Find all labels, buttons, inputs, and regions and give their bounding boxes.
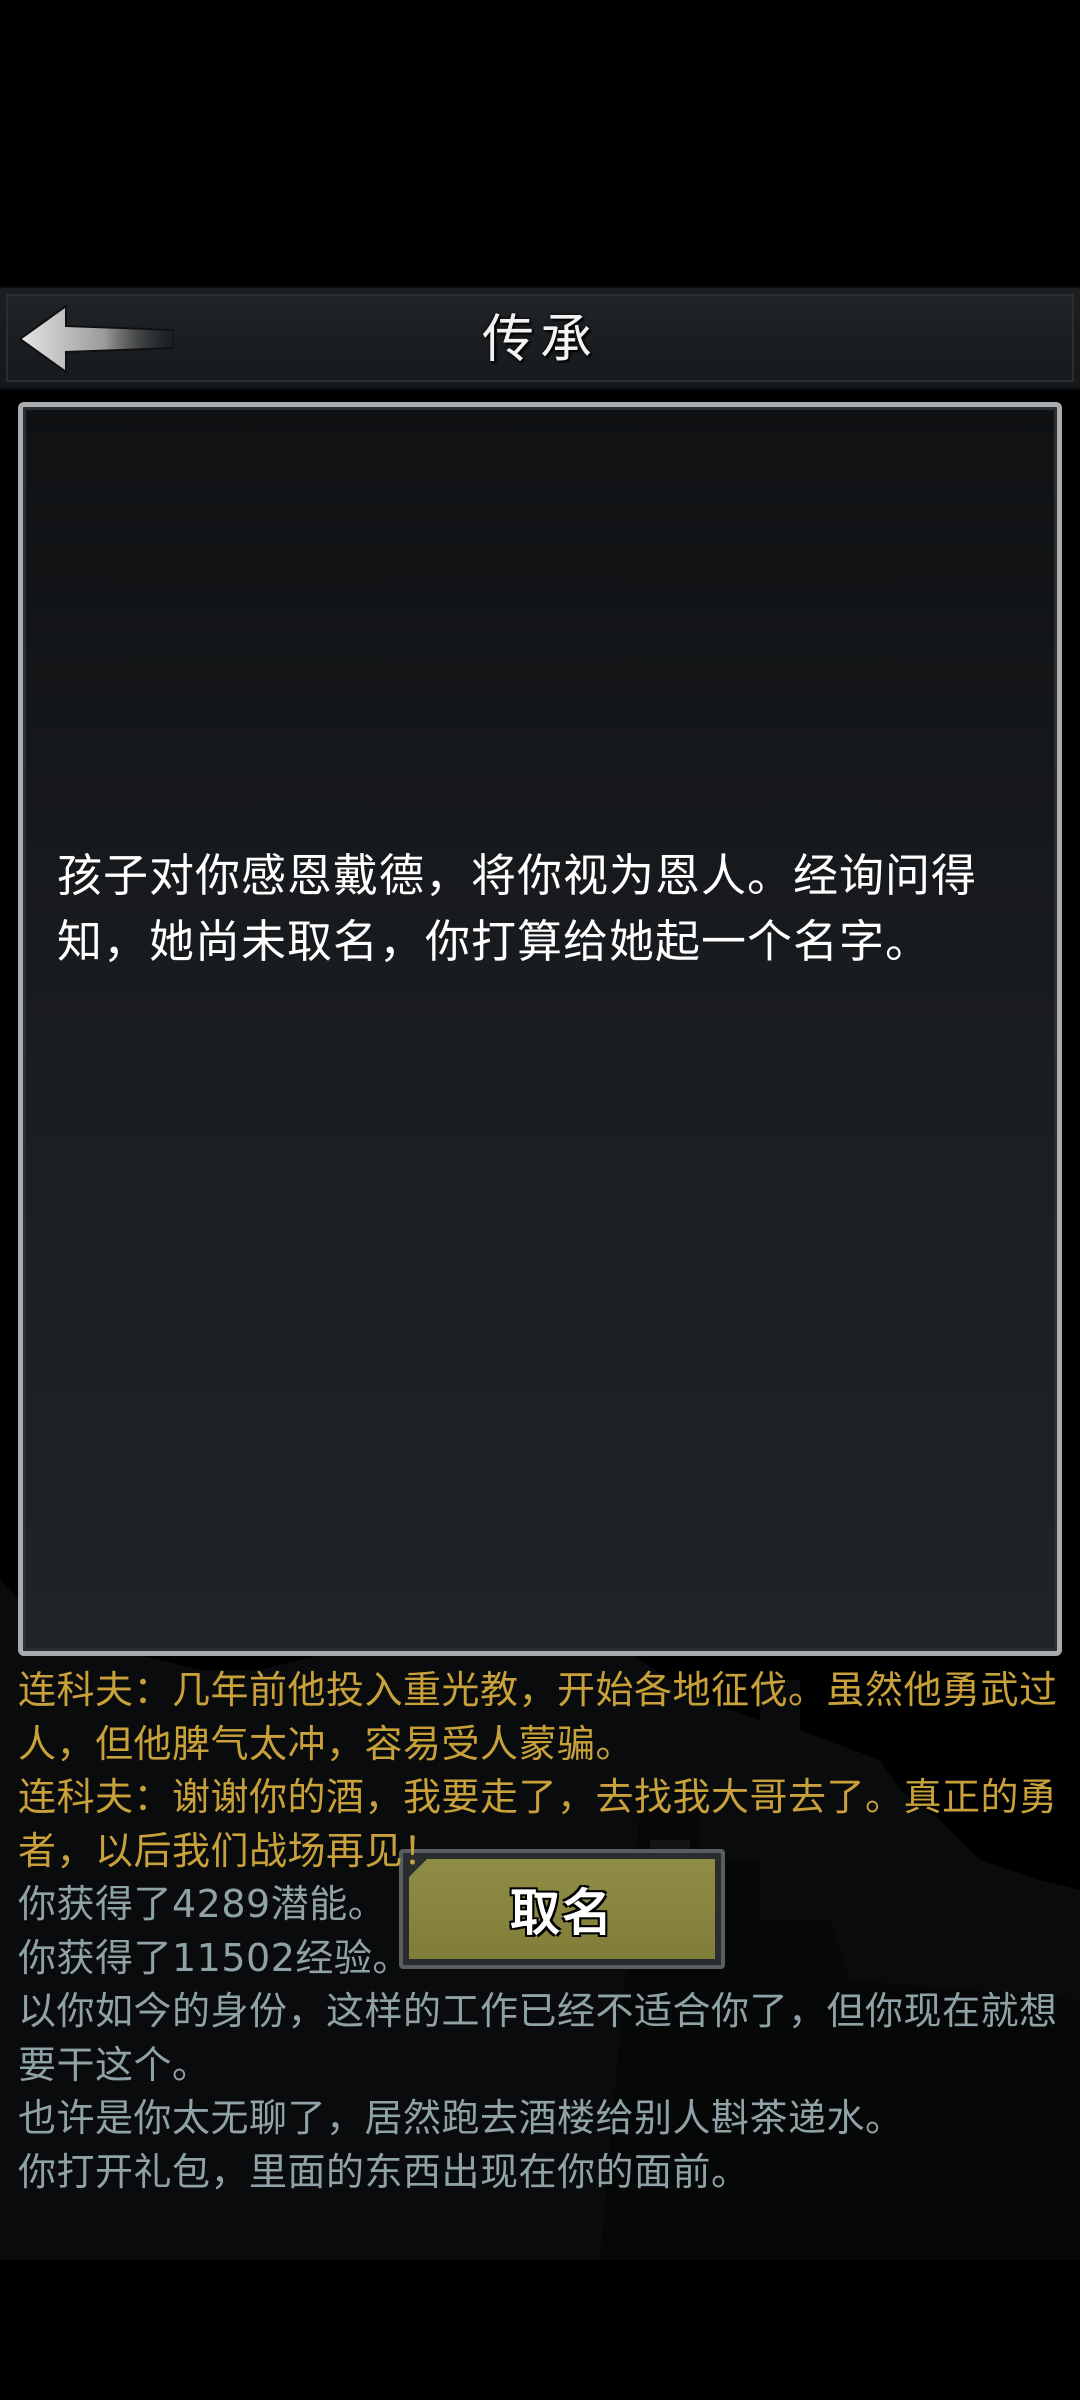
message-log: 连科夫：几年前他投入重光教，开始各地征伐。虽然他勇武过人，但他脾气太冲，容易受人…	[18, 1664, 1062, 2199]
header-bar: 传承	[0, 286, 1080, 390]
dialog-message: 孩子对你感恩戴德，将你视为恩人。经询问得知，她尚未取名，你打算给她起一个名字。	[57, 849, 978, 968]
log-line: 你获得了4289潜能。	[18, 1882, 387, 1926]
page-title: 传承	[481, 310, 598, 370]
log-line: 以你如今的身份，这样的工作已经不适合你了，但你现在就想要干这个。	[18, 1989, 1058, 2087]
log-line: 你打开礼包，里面的东西出现在你的面前。	[18, 2149, 750, 2194]
game-screen: 传承 孩子对你感恩戴德，将你视为恩人。经询问得知，她尚未取名，你打算给她起一个名…	[0, 0, 1080, 2400]
dialog-panel: 孩子对你感恩戴德，将你视为恩人。经询问得知，她尚未取名，你打算给她起一个名字。 …	[18, 402, 1062, 1969]
log-line: 也许是你太无聊了，居然跑去酒楼给别人斟茶递水。	[18, 2096, 904, 2140]
log-line: 你获得了11502经验。	[18, 1935, 411, 1980]
log-line: 连科夫：几年前他投入重光教，开始各地征伐。虽然他勇武过人，但他脾气太冲，容易受人…	[18, 1668, 1058, 1766]
log-line: 连科夫：谢谢你的酒，我要走了，去找我大哥去了。真正的勇者，以后我们战场再见！	[18, 1775, 1058, 1873]
